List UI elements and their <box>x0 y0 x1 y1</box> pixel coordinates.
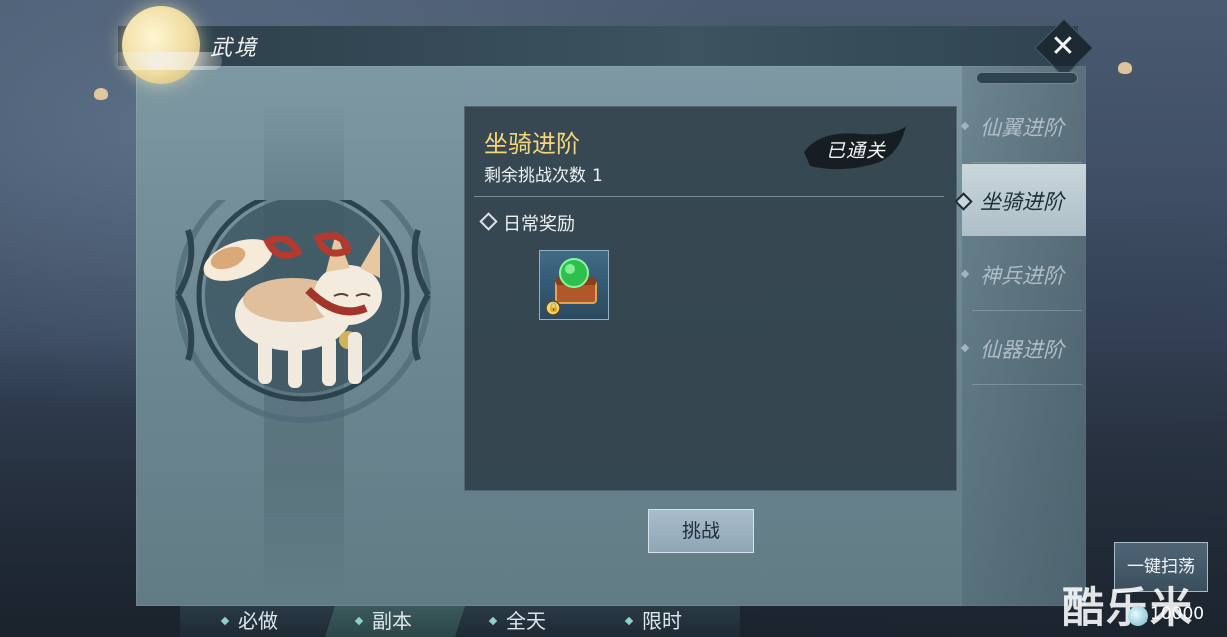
mount-preview[interactable] <box>158 167 448 450</box>
cloud-decoration <box>112 52 222 70</box>
tab-wing-advance[interactable]: 仙翼进阶 <box>960 90 1086 162</box>
tab-label: 仙器进阶 <box>980 338 1064 362</box>
diamond-bullet-icon <box>354 616 364 626</box>
diamond-bullet-icon <box>960 269 970 279</box>
butterfly-icon <box>1118 62 1132 74</box>
nav-label: 限时 <box>642 609 682 633</box>
stage-name: 坐骑进阶 <box>484 130 580 158</box>
remaining-attempts: 剩余挑战次数 1 <box>484 161 603 186</box>
reward-header-label: 日常奖励 <box>503 214 575 235</box>
tab-artifact-advance[interactable]: 仙器进阶 <box>960 312 1086 384</box>
nav-label: 副本 <box>372 609 412 633</box>
tab-mount-advance[interactable]: 坐骑进阶 <box>954 164 1086 236</box>
currency-amount: 10000 <box>1150 604 1205 624</box>
section-divider <box>474 196 944 197</box>
nav-all-day[interactable]: 全天 <box>488 606 546 637</box>
tab-label: 仙翼进阶 <box>980 116 1064 140</box>
cleared-stamp: 已通关 <box>800 118 910 180</box>
fox-mount-icon <box>203 232 382 388</box>
challenge-button[interactable]: 挑战 <box>648 509 754 553</box>
reward-item[interactable]: 🔒 <box>539 250 609 320</box>
nav-dungeon[interactable]: 副本 <box>354 606 412 637</box>
remaining-count: 1 <box>592 166 603 186</box>
rail-top-scroll-icon <box>976 72 1078 84</box>
tab-weapon-advance[interactable]: 神兵进阶 <box>960 238 1086 310</box>
tab-divider <box>972 310 1082 311</box>
lock-icon: 🔒 <box>548 303 560 313</box>
spirit-orb-icon <box>1128 606 1148 626</box>
diamond-bullet-icon <box>488 616 498 626</box>
nav-label: 必做 <box>238 609 278 633</box>
nav-label: 全天 <box>506 609 546 633</box>
nav-must-do[interactable]: 必做 <box>220 606 278 637</box>
diamond-bullet-icon <box>479 212 498 231</box>
tab-divider <box>972 162 1082 163</box>
reward-header: 日常奖励 <box>479 210 575 236</box>
diamond-bullet-icon <box>960 343 970 353</box>
nav-limited[interactable]: 限时 <box>624 606 682 637</box>
window-title: 武境 <box>210 36 259 61</box>
butterfly-icon <box>94 88 108 100</box>
tab-divider <box>972 384 1082 385</box>
remaining-label: 剩余挑战次数 <box>484 166 586 186</box>
title-bar <box>118 26 1078 66</box>
tab-label: 坐骑进阶 <box>980 190 1064 214</box>
moon-emblem <box>122 6 200 84</box>
diamond-bullet-icon <box>624 616 634 626</box>
tab-label: 神兵进阶 <box>980 264 1064 288</box>
cleared-label: 已通关 <box>826 140 887 162</box>
diamond-bullet-icon <box>960 121 970 131</box>
diamond-bullet-icon <box>220 616 230 626</box>
